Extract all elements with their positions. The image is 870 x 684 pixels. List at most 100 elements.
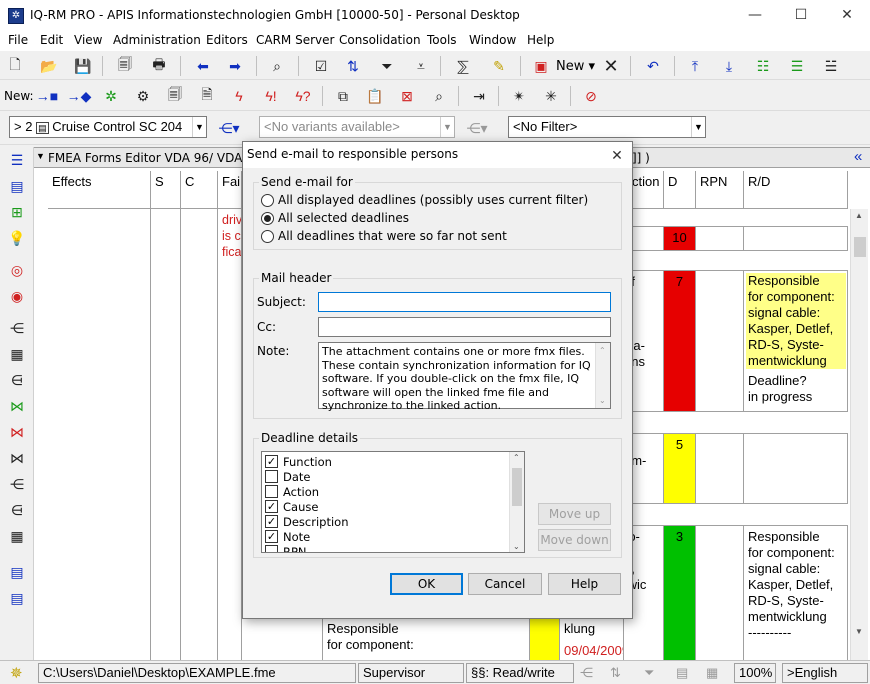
detail-item-rpn[interactable]: RPN: [265, 544, 307, 552]
detail-item-date[interactable]: Date: [265, 469, 311, 484]
new-document-icon[interactable]: 🗋: [4, 55, 26, 77]
move-up-button[interactable]: Move up: [538, 503, 611, 525]
move-to-top-icon[interactable]: ⤒: [684, 55, 706, 77]
menu-editors[interactable]: Editors: [206, 33, 248, 47]
structure-selector[interactable]: > 2 ▤ Cruise Control SC 204 ▼: [9, 116, 207, 138]
radio-indicator[interactable]: [261, 229, 274, 243]
delete-page-icon[interactable]: ⊠: [396, 85, 418, 107]
move-down-button[interactable]: Move down: [538, 529, 611, 551]
app-icon[interactable]: ✲: [8, 8, 24, 24]
column-failure[interactable]: Fai: [218, 171, 242, 209]
new-effect-lightning-icon[interactable]: ϟ!: [260, 85, 282, 107]
rpn-cell[interactable]: [696, 271, 744, 412]
radio-all-displayed[interactable]: All displayed deadlines (possibly uses c…: [261, 193, 588, 207]
target-settings-icon[interactable]: ◉: [6, 285, 28, 307]
detail-item-action[interactable]: Action: [265, 484, 319, 499]
filter-selector[interactable]: <No Filter> ▼: [508, 116, 706, 138]
menu-help[interactable]: Help: [527, 33, 554, 47]
column-class[interactable]: C: [181, 171, 218, 209]
scroll-down-icon[interactable]: ▼: [855, 627, 863, 636]
table-row[interactable]: [624, 251, 848, 271]
radio-all-selected[interactable]: All selected deadlines: [261, 211, 409, 225]
new-star-plus-icon[interactable]: ✳: [540, 85, 562, 107]
help-button[interactable]: Help: [548, 573, 621, 595]
failure-net-icon[interactable]: ⋈: [6, 421, 28, 443]
new-document-copy-icon[interactable]: 🗐: [164, 85, 186, 107]
column-responsibility-deadline[interactable]: R/D: [744, 171, 848, 209]
menu-carm-server[interactable]: CARM Server: [256, 33, 334, 47]
failure-cell[interactable]: driv is c fica: [218, 209, 242, 661]
cancel-button[interactable]: Cancel: [468, 573, 542, 595]
rpn-cell[interactable]: [696, 526, 744, 661]
caret-down-icon[interactable]: ▼: [36, 151, 45, 161]
control-plan-icon[interactable]: ▤: [6, 561, 28, 583]
rd-cell[interactable]: [744, 227, 848, 251]
close-button[interactable]: ✕: [824, 0, 870, 31]
details-scrollbar[interactable]: ⌃ ⌄: [509, 452, 524, 552]
new-question-lightning-icon[interactable]: ϟ?: [292, 85, 314, 107]
scroll-down-icon[interactable]: ⌄: [513, 542, 520, 551]
menu-administration[interactable]: Administration: [113, 33, 201, 47]
rd-cell[interactable]: [744, 434, 848, 504]
binoculars-icon[interactable]: ⌕: [266, 55, 288, 77]
column-detection[interactable]: D: [664, 171, 696, 209]
minimize-button[interactable]: —: [732, 0, 778, 31]
collapse-icon[interactable]: «: [854, 148, 862, 165]
control-plan-table-icon[interactable]: ▤: [6, 587, 28, 609]
radio-indicator[interactable]: [261, 193, 274, 207]
scroll-thumb[interactable]: [854, 237, 866, 257]
lightbulb-icon[interactable]: 💡: [6, 227, 28, 249]
menu-window[interactable]: Window: [469, 33, 516, 47]
add-levels-icon[interactable]: ☰: [786, 55, 808, 77]
rpn-cell[interactable]: [696, 434, 744, 504]
scroll-thumb[interactable]: [512, 468, 522, 506]
print-icon[interactable]: 🖶: [148, 55, 170, 77]
filter-list-icon[interactable]: ⩡: [410, 55, 432, 77]
detection-value[interactable]: 10: [664, 227, 696, 251]
new-element-icon[interactable]: ▣: [530, 55, 552, 77]
structure-tree-icon[interactable]: ⋲: [6, 317, 28, 339]
scroll-up-icon[interactable]: ▲: [855, 211, 863, 220]
new-system-element-icon[interactable]: →■: [36, 85, 58, 107]
forward-arrow-icon[interactable]: ➡: [224, 55, 246, 77]
radio-indicator[interactable]: [261, 211, 274, 225]
hierarchy-icon[interactable]: ⋲: [6, 473, 28, 495]
back-arrow-icon[interactable]: ⬅: [192, 55, 214, 77]
scroll-up-icon[interactable]: ⌃: [513, 453, 520, 462]
menu-tools[interactable]: Tools: [427, 33, 457, 47]
target-icon[interactable]: ◎: [6, 259, 28, 281]
new-cause-lightning-icon[interactable]: ϟ: [228, 85, 250, 107]
note-textarea[interactable]: The attachment contains one or more fmx …: [318, 342, 611, 412]
new-star-element-icon[interactable]: ✴: [508, 85, 530, 107]
new-function-icon[interactable]: →◆: [67, 85, 92, 107]
detection-value[interactable]: 3: [664, 526, 696, 661]
column-effects[interactable]: Effects: [48, 171, 151, 209]
table-row[interactable]: [624, 209, 848, 227]
note-pencil-icon[interactable]: ✎: [488, 55, 510, 77]
responsible-text-cell[interactable]: Responsible for component:: [322, 618, 530, 661]
sort-az-icon[interactable]: ⇅: [342, 55, 364, 77]
table-row[interactable]: [624, 504, 848, 526]
check-list-icon[interactable]: ☑: [310, 55, 332, 77]
new-note-icon[interactable]: 🗎: [196, 85, 218, 107]
detection-value[interactable]: 5: [664, 434, 696, 504]
menu-consolidation[interactable]: Consolidation: [339, 33, 421, 47]
ok-button[interactable]: OK: [390, 573, 463, 595]
save-icon[interactable]: 💾: [72, 55, 94, 77]
status-zoom[interactable]: 100%: [734, 663, 776, 683]
open-folder-icon[interactable]: 📂: [38, 55, 60, 77]
radio-not-sent[interactable]: All deadlines that were so far not sent: [261, 229, 507, 243]
chevron-down-icon[interactable]: ▼: [440, 117, 454, 137]
function-tree-icon[interactable]: ⋳: [6, 369, 28, 391]
maximize-button[interactable]: ☐: [778, 0, 824, 31]
forms-view-icon[interactable]: ☰: [6, 149, 28, 171]
hierarchy-alt-icon[interactable]: ⋳: [6, 499, 28, 521]
new-characteristic-icon[interactable]: ⚙: [132, 85, 154, 107]
dialog-close-button[interactable]: ✕: [605, 143, 629, 167]
detection-value[interactable]: 7: [664, 271, 696, 412]
detail-item-cause[interactable]: ✓ Cause: [265, 499, 318, 514]
new-dropdown-button[interactable]: New ▾: [556, 59, 595, 74]
deadline-cell[interactable]: klung 09/04/2009: [560, 618, 624, 661]
level-tree-icon[interactable]: ☱: [820, 55, 842, 77]
paste-icon[interactable]: 📋: [364, 85, 386, 107]
